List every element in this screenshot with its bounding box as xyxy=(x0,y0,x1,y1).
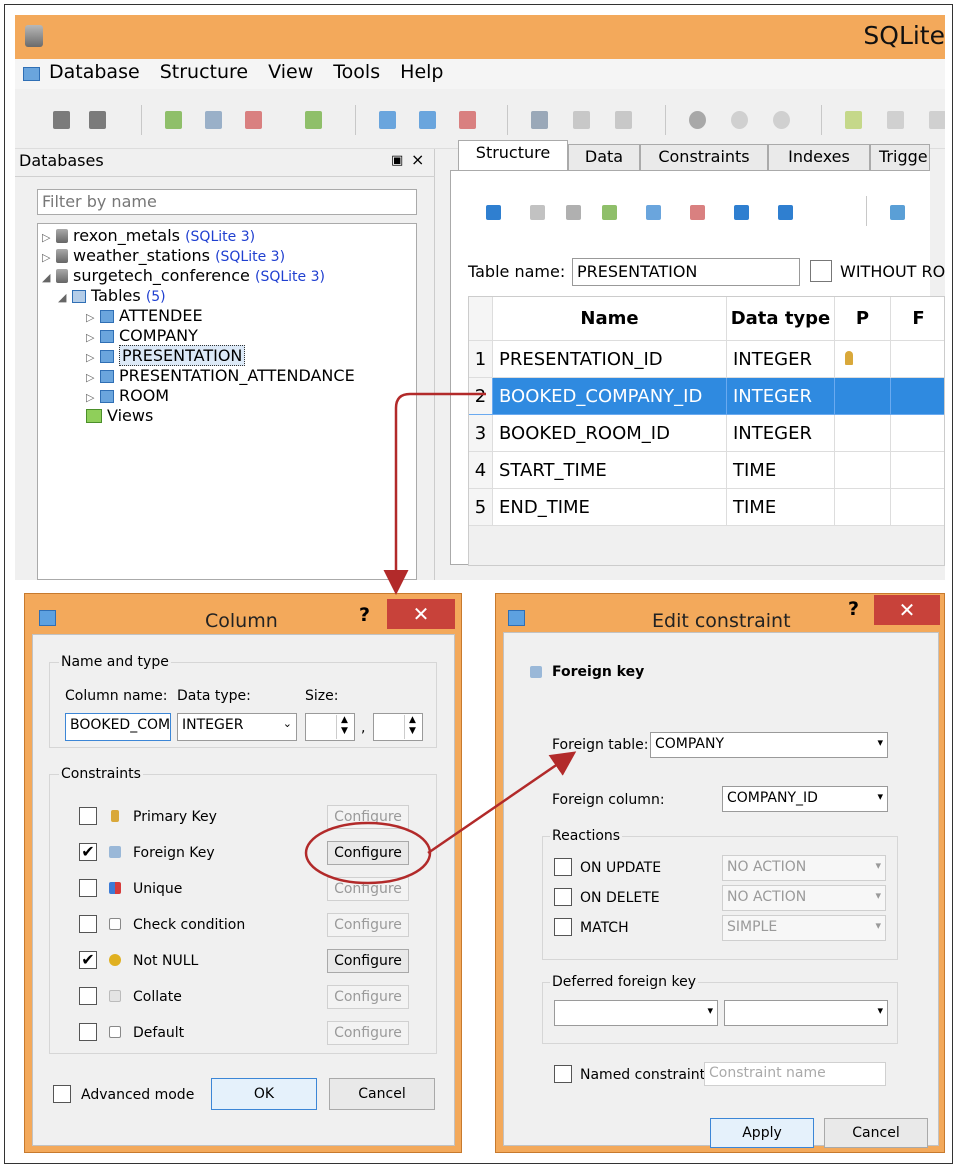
annotation-overlay xyxy=(304,392,577,885)
annotation-circle xyxy=(304,821,432,885)
annotation-arrow-constraint xyxy=(427,751,577,855)
annotation-arrow-column xyxy=(383,392,486,595)
